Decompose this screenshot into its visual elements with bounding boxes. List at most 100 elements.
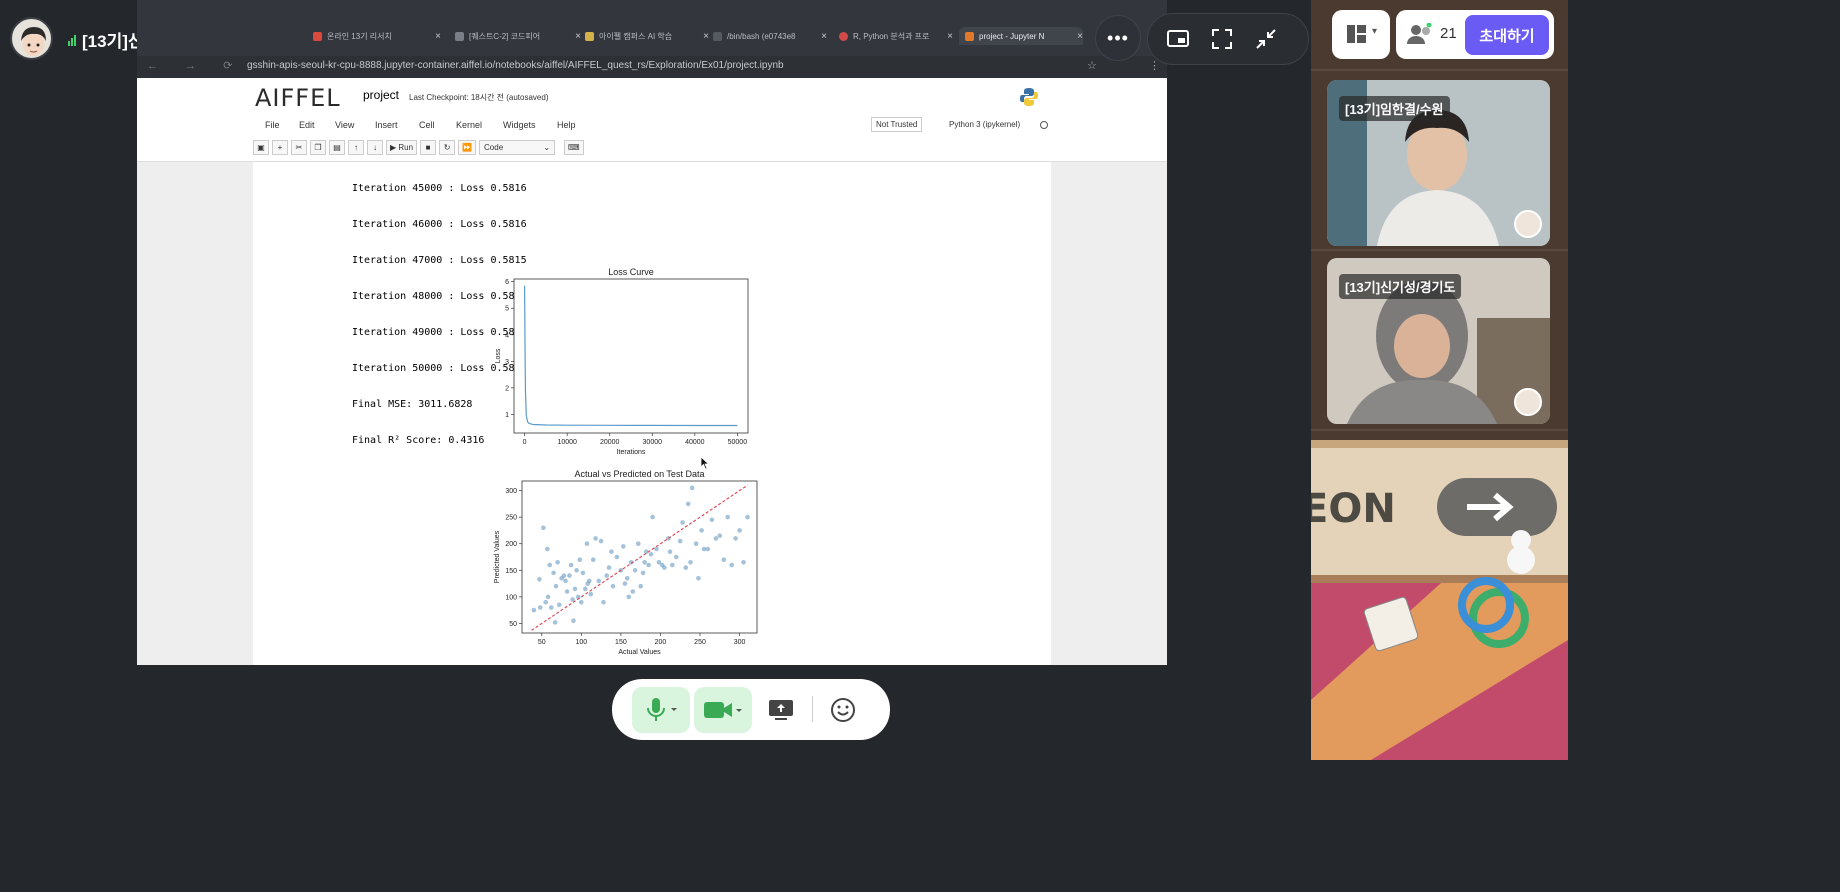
menu-edit[interactable]: Edit [299, 120, 315, 130]
scatter-point [531, 607, 537, 613]
close-tab-icon[interactable]: × [821, 31, 827, 42]
keyboard-icon[interactable]: ⌨ [564, 140, 584, 155]
save-icon[interactable]: ▣ [253, 140, 269, 155]
menu-widgets[interactable]: Widgets [503, 120, 536, 130]
browser-tab[interactable]: /bin/bash (e0743e8 × [709, 27, 827, 45]
microphone-icon [647, 698, 677, 721]
move-up-icon[interactable]: ↑ [348, 140, 364, 155]
menu-help[interactable]: Help [557, 120, 576, 130]
share-screen-button[interactable] [760, 687, 802, 733]
tab-label: [퀘스트C-2] 코드피어 [469, 31, 541, 41]
scatter-point [588, 591, 594, 597]
y-tick-label: 3 [505, 359, 509, 366]
y-tick-label: 2 [505, 385, 509, 392]
scatter-point [574, 568, 579, 573]
more-options-button[interactable]: ••• [1095, 15, 1141, 61]
x-tick-label: 100 [575, 639, 587, 646]
menu-kernel[interactable]: Kernel [456, 120, 482, 130]
participant-video-tile[interactable]: [13기]신기성/경기도 [1327, 258, 1550, 424]
layout-button[interactable]: ▾ [1332, 10, 1390, 59]
scatter-point [553, 583, 559, 589]
screen-share-icon [769, 700, 793, 720]
tab-label: project - Jupyter N [979, 31, 1045, 41]
scatter-point [680, 520, 685, 525]
browser-tab[interactable]: [퀘스트C-2] 코드피어 × [451, 27, 581, 45]
pip-button[interactable] [1157, 18, 1199, 60]
scatter-point [640, 570, 646, 576]
kernel-name[interactable]: Python 3 (ipykernel) [949, 120, 1020, 129]
move-down-icon[interactable]: ↓ [367, 140, 383, 155]
menu-insert[interactable]: Insert [375, 120, 398, 130]
run-button[interactable]: ▶ Run [386, 140, 418, 155]
participant-name: [13기]임한결/수원 [1339, 96, 1450, 121]
x-tick-label: 250 [694, 639, 706, 646]
scatter-point [709, 517, 715, 523]
cell-type-select[interactable]: Code ⌄ [479, 140, 556, 155]
scatter-point [729, 562, 734, 568]
scatter-point [541, 525, 546, 531]
browser-tab-active[interactable]: project - Jupyter N × [959, 27, 1083, 45]
y-tick-label: 4 [505, 332, 509, 339]
tab-label: 온라인 13기 리서치 [327, 31, 392, 41]
minimize-button[interactable] [1245, 18, 1287, 60]
scatter-point [609, 549, 614, 554]
scatter-point [741, 560, 746, 565]
restart-run-all-icon[interactable]: ⏩ [458, 140, 477, 155]
scatter-point [551, 570, 556, 576]
checkpoint-status: Last Checkpoint: 18시간 전 (autosaved) [409, 93, 549, 102]
y-tick-label: 300 [505, 488, 517, 495]
microphone-button[interactable] [632, 687, 690, 733]
menu-file[interactable]: File [265, 120, 280, 130]
scatter-point [552, 620, 558, 625]
scatter-point [580, 570, 586, 576]
presenter-avatar [10, 17, 53, 60]
close-tab-icon[interactable]: × [947, 31, 953, 42]
browser-nav-icons[interactable]: ← → ⟳ [147, 59, 244, 72]
scatter-point [555, 560, 560, 565]
x-tick-label: 150 [615, 639, 627, 646]
trust-status-button[interactable]: Not Trusted [871, 117, 923, 132]
participant-name: [13기]신기성/경기도 [1339, 274, 1462, 299]
url-text[interactable]: gsshin-apis-seoul-kr-cpu-8888.jupyter-co… [247, 60, 784, 71]
invite-button[interactable]: 초대하기 [1465, 15, 1549, 55]
cut-icon[interactable]: ✂ [291, 140, 307, 155]
close-tab-icon[interactable]: × [1077, 31, 1083, 42]
scatter-point [537, 577, 542, 582]
notebook-name[interactable]: project [363, 88, 399, 102]
scatter-point [630, 589, 636, 594]
browser-tab[interactable]: 아이펠 캠퍼스 AI 학습 × [581, 27, 709, 45]
scatter-point [610, 583, 616, 589]
add-cell-icon[interactable]: + [272, 140, 288, 155]
x-tick-label: 300 [734, 639, 746, 646]
reaction-button[interactable] [822, 687, 864, 733]
aiffel-logo[interactable]: AIFFEL [255, 84, 341, 112]
scatter-point [705, 546, 711, 552]
scatter-point [662, 565, 667, 570]
browser-tab[interactable]: R, Python 분석과 프로 × [835, 27, 953, 45]
menu-cell[interactable]: Cell [419, 120, 435, 130]
menu-view[interactable]: View [335, 120, 354, 130]
camera-button[interactable] [694, 687, 752, 733]
browser-tab[interactable]: 온라인 13기 리서치 × [309, 27, 441, 45]
close-tab-icon[interactable]: × [435, 31, 441, 42]
stop-icon[interactable]: ■ [420, 140, 437, 155]
layout-grid-icon [1347, 25, 1366, 43]
scatter-point [567, 573, 572, 578]
scatter-point [596, 578, 602, 584]
scatter-point [642, 560, 647, 565]
tab-favicon-icon [839, 31, 848, 41]
tab-favicon-icon [313, 31, 322, 41]
copy-icon[interactable]: ❐ [310, 140, 326, 155]
scatter-point [556, 602, 562, 608]
scatter-point [683, 565, 689, 570]
chart-title: Loss Curve [608, 267, 654, 277]
browser-tab-strip: 온라인 13기 리서치 × [퀘스트C-2] 코드피어 × 아이펠 캠퍼스 AI 학… [137, 0, 1167, 56]
paste-icon[interactable]: ▤ [329, 140, 345, 155]
scatter-point [579, 599, 584, 605]
participant-video-tile[interactable]: [13기]임한결/수원 [1327, 80, 1550, 246]
restart-icon[interactable]: ↻ [439, 140, 456, 155]
fullscreen-button[interactable] [1201, 18, 1243, 60]
scatter-point [688, 560, 693, 565]
scatter-point [745, 514, 750, 520]
bookmark-star-icon[interactable]: ☆ [1087, 59, 1097, 72]
